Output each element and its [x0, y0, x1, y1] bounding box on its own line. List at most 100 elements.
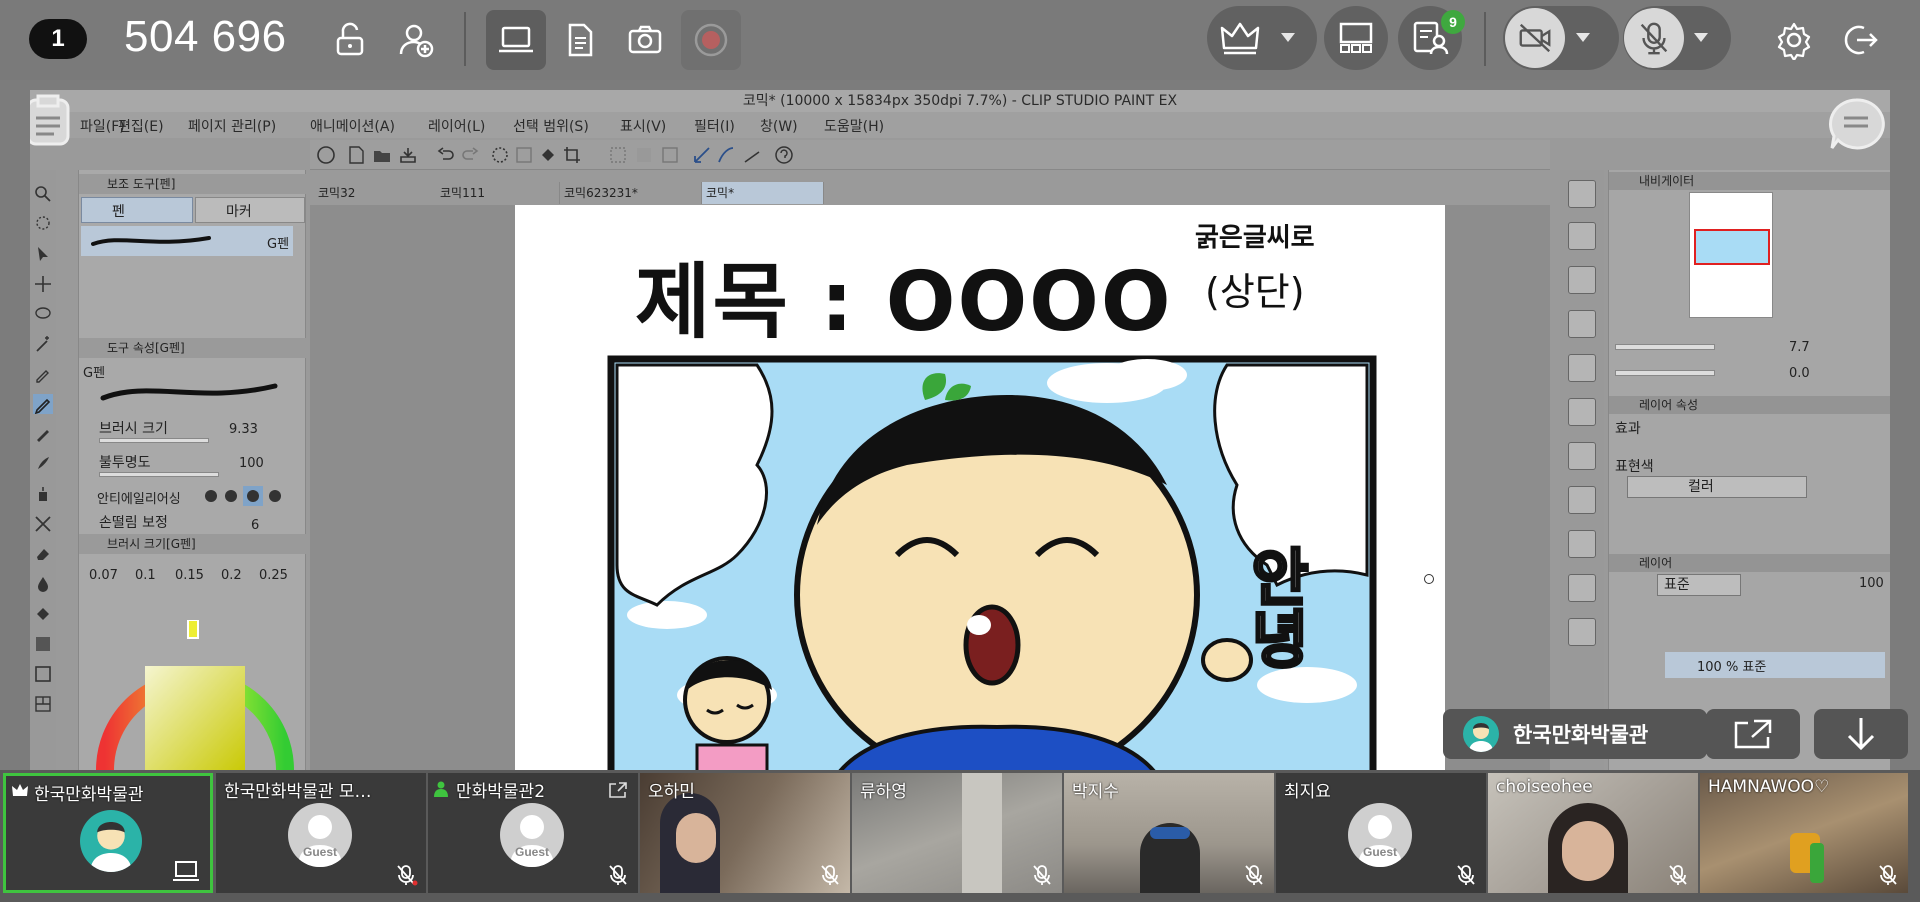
screen-share-button[interactable] [486, 10, 546, 70]
panel-toggle-icon[interactable] [1568, 398, 1596, 426]
brush-size-preset[interactable]: 0.2 [221, 568, 242, 583]
layout-button[interactable] [1324, 6, 1388, 70]
panel-toggle-icon[interactable] [1568, 486, 1596, 514]
special-ruler-icon[interactable] [716, 145, 736, 165]
doc-tab-active[interactable]: 코믹* [702, 182, 824, 204]
video-toggle-button[interactable] [1505, 8, 1565, 68]
lasso-tool-icon[interactable] [33, 214, 53, 234]
brush-size-slider[interactable] [99, 438, 209, 443]
help-icon[interactable] [774, 145, 794, 165]
airbrush-icon[interactable] [33, 484, 53, 504]
chat-icon[interactable] [1826, 96, 1886, 152]
menu-page[interactable]: 페이지 관리(P) [188, 116, 276, 136]
save-icon[interactable] [398, 145, 418, 165]
crop-icon[interactable] [562, 145, 582, 165]
brush-size-preset[interactable]: 0.1 [135, 568, 156, 583]
loading-icon[interactable] [490, 145, 510, 165]
unlock-button[interactable] [322, 12, 378, 68]
ruler-snap-icon[interactable] [692, 145, 712, 165]
participant-tile[interactable]: 한국만화박물관 모… Guest [216, 773, 426, 893]
participant-tile[interactable]: 한국만화박물관 [3, 773, 213, 893]
participant-tile[interactable]: 박지수 [1064, 773, 1274, 893]
bucket-icon[interactable] [538, 145, 558, 165]
participant-tile[interactable]: HAMNAWOO♡ [1700, 773, 1908, 893]
opacity-slider[interactable] [99, 472, 219, 477]
participant-tile[interactable]: 오하민 [640, 773, 850, 893]
antialias-selector[interactable] [203, 486, 299, 506]
brush-size-preset[interactable]: 0.25 [259, 568, 288, 583]
redo-icon[interactable] [460, 145, 480, 165]
panel-toggle-icon[interactable] [1568, 530, 1596, 558]
panel-toggle-icon[interactable] [1568, 310, 1596, 338]
menu-selection[interactable]: 선택 범위(S) [513, 116, 589, 136]
panel-toggle-icon[interactable] [1568, 266, 1596, 294]
new-file-icon[interactable] [346, 145, 366, 165]
decoration-tool-icon[interactable] [33, 514, 53, 534]
sub-tool-tab-pen[interactable]: 펜 [81, 197, 193, 223]
navigator-thumbnail[interactable] [1689, 192, 1773, 318]
zoom-slider[interactable] [1615, 344, 1715, 350]
doc-tab[interactable]: 코믹111 [436, 182, 560, 204]
exit-button[interactable] [1832, 12, 1888, 68]
panel-toggle-icon[interactable] [1568, 354, 1596, 382]
blend-mode-select[interactable]: 표준 [1657, 574, 1741, 596]
rotate-value[interactable]: 0.0 [1789, 366, 1810, 381]
brush-preset-g-pen[interactable]: G펜 [81, 226, 293, 256]
object-tool-icon[interactable] [33, 244, 53, 264]
brush-size-preset[interactable]: 0.15 [175, 568, 204, 583]
collapse-strip-button[interactable] [1814, 709, 1908, 759]
mic-toggle-button[interactable] [1624, 8, 1684, 68]
panel-toggle-icon[interactable] [1568, 222, 1596, 250]
color-wheel[interactable] [95, 620, 295, 770]
figure-tool-icon[interactable] [33, 664, 53, 684]
opacity-value[interactable]: 100 [239, 456, 264, 471]
magic-wand-icon[interactable] [33, 334, 53, 354]
snapshot-button[interactable] [617, 12, 673, 68]
move-tool-icon[interactable] [33, 274, 53, 294]
frame-tool-icon[interactable] [33, 694, 53, 714]
document-share-button[interactable] [552, 12, 608, 68]
undo-icon[interactable] [436, 145, 456, 165]
whiteboard-icon[interactable] [30, 90, 76, 150]
clear-selection-icon[interactable] [634, 145, 654, 165]
blend-tool-icon[interactable] [33, 574, 53, 594]
eraser-icon[interactable] [33, 544, 53, 564]
participant-tile[interactable]: choiseohee [1488, 773, 1698, 893]
eyedropper-icon[interactable] [33, 364, 53, 384]
zoom-value[interactable]: 7.7 [1789, 340, 1810, 355]
comic-page[interactable]: 제목 : OOOO (상단) 굵은글씨로 안녕 [515, 205, 1445, 770]
grid-snap-icon[interactable] [742, 145, 762, 165]
brush-size-value[interactable]: 9.33 [229, 422, 258, 437]
sub-tool-tab-marker[interactable]: 마커 [195, 197, 305, 223]
layer-opacity-value[interactable]: 100 [1859, 576, 1884, 591]
rotate-slider[interactable] [1615, 370, 1715, 376]
record-button[interactable] [681, 10, 741, 70]
settings-button[interactable] [1766, 12, 1822, 68]
open-folder-icon[interactable] [372, 145, 392, 165]
participant-tile[interactable]: 만화박물관2 Guest [428, 773, 638, 893]
panel-toggle-icon[interactable] [1568, 180, 1596, 208]
participant-tile[interactable]: 류하영 [852, 773, 1062, 893]
menu-filter[interactable]: 필터(I) [694, 116, 735, 136]
menu-view[interactable]: 표시(V) [620, 116, 666, 136]
menu-animation[interactable]: 애니메이션(A) [310, 116, 395, 136]
fill-tool-icon[interactable] [33, 604, 53, 624]
pencil-tool-icon[interactable] [33, 424, 53, 444]
pen-tool-icon[interactable] [33, 394, 53, 414]
panel-toggle-icon[interactable] [1568, 618, 1596, 646]
selection-tool-icon[interactable] [33, 304, 53, 324]
fill-selection-icon[interactable] [514, 145, 534, 165]
transform-icon[interactable] [608, 145, 628, 165]
layer-row[interactable]: 100 % 표준 [1665, 652, 1885, 678]
brush-tool-icon[interactable] [33, 454, 53, 474]
zoom-tool-icon[interactable] [33, 184, 53, 204]
panel-toggle-icon[interactable] [1568, 574, 1596, 602]
menu-edit[interactable]: 편집(E) [118, 116, 164, 136]
popout-button[interactable] [1706, 709, 1800, 759]
doc-tab[interactable]: 코믹623231* [560, 182, 702, 204]
panel-toggle-icon[interactable] [1568, 442, 1596, 470]
menu-help[interactable]: 도움말(H) [824, 116, 884, 136]
gradient-tool-icon[interactable] [33, 634, 53, 654]
brush-size-preset[interactable]: 0.07 [89, 568, 118, 583]
menu-layer[interactable]: 레이어(L) [428, 116, 485, 136]
